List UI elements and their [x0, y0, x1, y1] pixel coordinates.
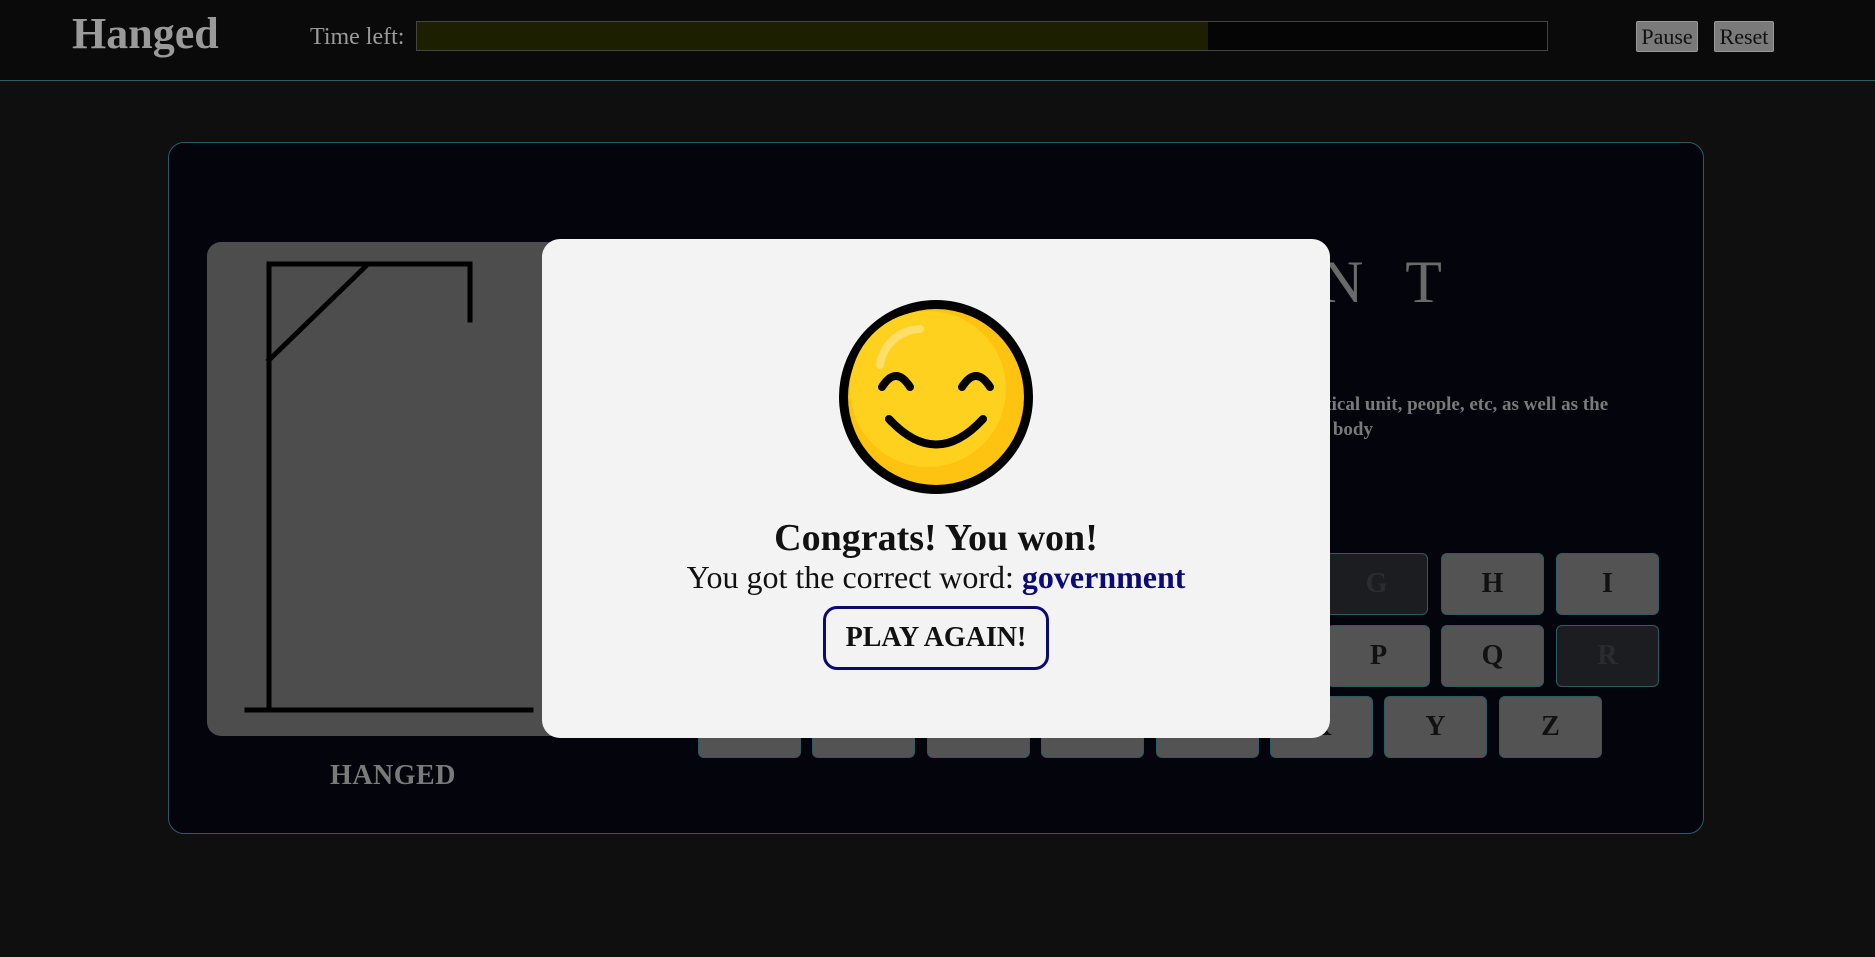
correct-word: government	[1021, 559, 1186, 595]
play-again-button[interactable]: PLAY AGAIN!	[823, 606, 1049, 670]
hanged-game-app: Hanged Time left: Pause Reset HANGED N T…	[0, 0, 1875, 957]
modal-message: You got the correct word: government	[542, 559, 1330, 596]
modal-message-prefix: You got the correct word:	[686, 559, 1022, 595]
win-modal: Congrats! You won! You got the correct w…	[542, 239, 1330, 738]
smiley-face-icon	[839, 300, 1033, 494]
modal-title: Congrats! You won!	[774, 517, 1098, 559]
modal-overlay: Congrats! You won! You got the correct w…	[0, 0, 1875, 957]
